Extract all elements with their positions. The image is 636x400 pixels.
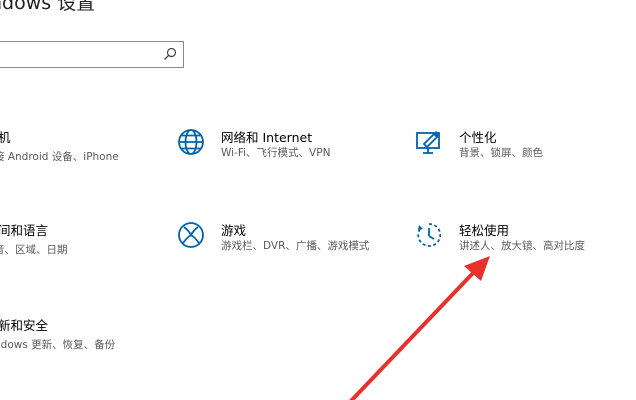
settings-tile-network[interactable]: 网络和 Internet Wi-Fi、飞行模式、VPN — [176, 127, 376, 167]
search-input[interactable] — [5, 45, 155, 64]
tile-desc: 讲述人、放大镜、高对比度 — [459, 240, 585, 252]
tile-desc: Wi-Fi、飞行模式、VPN — [221, 147, 331, 159]
tile-name: 网络和 Internet — [221, 130, 313, 145]
tile-name: 新和安全 — [0, 318, 49, 333]
tile-desc: ndows 更新、恢复、备份 — [0, 339, 116, 351]
search-box[interactable] — [0, 41, 184, 68]
window-title: ndows 设置 — [0, 0, 96, 14]
personalization-icon — [416, 131, 440, 154]
settings-tile-ease-of-access[interactable]: 轻松使用 讲述人、放大镜、高对比度 — [414, 220, 614, 260]
xbox-icon — [178, 222, 204, 248]
settings-tile-personalization[interactable]: 个性化 背景、锁屏、颜色 — [414, 127, 614, 167]
settings-tile-phone[interactable]: 机 接 Android 设备、iPhone — [0, 127, 119, 164]
tile-desc: 音、区域、日期 — [0, 244, 68, 256]
tile-name: 间和语言 — [0, 223, 49, 238]
tile-desc: 游戏栏、DVR、广播、游戏模式 — [221, 240, 370, 252]
tile-name: 个性化 — [459, 130, 497, 145]
tile-name: 机 — [0, 130, 11, 145]
settings-tile-time-language[interactable]: 间和语言 音、区域、日期 — [0, 220, 68, 257]
search-icon[interactable] — [163, 47, 177, 61]
settings-tile-gaming[interactable]: 游戏 游戏栏、DVR、广播、游戏模式 — [176, 220, 396, 260]
globe-icon — [178, 129, 204, 155]
tile-name: 轻松使用 — [459, 223, 510, 238]
tile-name: 游戏 — [221, 223, 247, 238]
tile-desc: 接 Android 设备、iPhone — [0, 151, 119, 163]
settings-tile-update-security[interactable]: 新和安全 ndows 更新、恢复、备份 — [0, 315, 115, 352]
ease-of-access-icon — [417, 223, 442, 247]
tile-desc: 背景、锁屏、颜色 — [459, 147, 543, 159]
